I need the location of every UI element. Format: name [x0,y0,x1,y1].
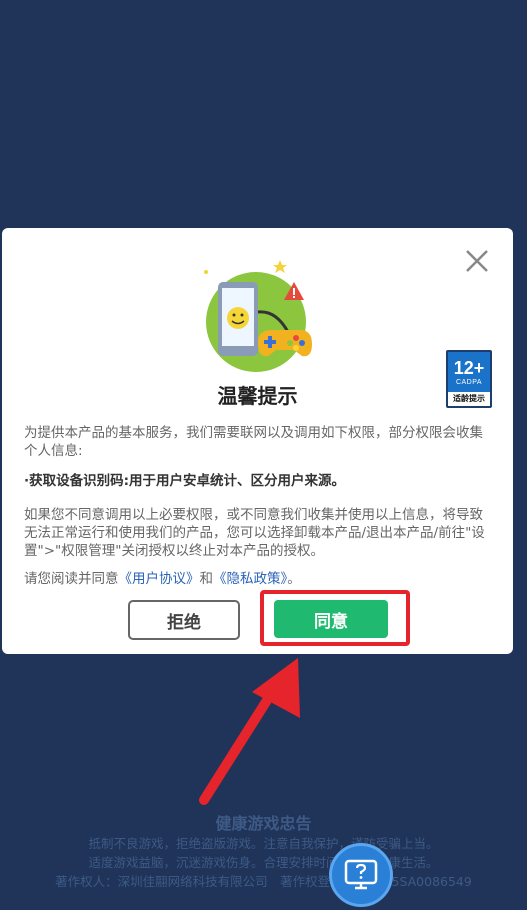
age-rating-number: 12+ [453,357,485,378]
agreement-line: 请您阅读并同意《用户协议》和《隐私政策》。 [24,570,494,588]
health-advice-footer: 健康游戏忠告 抵制不良游戏，拒绝盗版游戏。注意自我保护，谨防受骗上当。 适度游戏… [0,814,527,891]
footer-title: 健康游戏忠告 [215,814,312,833]
permission-intro-text: 为提供本产品的基本服务，我们需要联网以及调用如下权限，部分权限会收集个人信息: [24,425,483,459]
dialog-title: 温馨提示 [217,384,298,408]
accept-button[interactable]: 同意 [274,600,388,638]
device-id-permission-text: ·获取设备识别码:用于用户安卓统计、区分用户来源。 [24,473,346,489]
consequence-text: 如果您不同意调用以上必要权限，或不同意我们收集并使用以上信息，将导致无法正常运行… [24,507,485,559]
privacy-policy-link[interactable]: 《隐私政策》 [213,571,287,587]
agreement-prefix: 请您阅读并同意 [24,571,119,587]
footer-line-1: 抵制不良游戏，拒绝盗版游戏。注意自我保护，谨防受骗上当。 [88,836,439,851]
footer-copyright: 著作权人：深圳佳翮网络科技有限公司 著作权登记号：2025SA0086549 [55,874,472,889]
phone-gamepad-illustration [198,252,322,376]
close-icon[interactable] [460,244,494,278]
help-question-icon[interactable] [329,843,393,907]
footer-line-2: 适度游戏益脑，沉迷游戏伤身。合理安排时间，享受健康生活。 [88,855,439,870]
agreement-suffix: 。 [287,571,301,587]
user-agreement-link[interactable]: 《用户协议》 [119,571,200,587]
red-arrow-annotation [190,656,310,806]
permission-dialog: 12+ CADPA 适龄提示 温馨提示 为提供本产品的基本服务，我们需要联网以及… [2,228,513,654]
reject-button[interactable]: 拒绝 [128,600,240,640]
agreement-and: 和 [199,571,214,587]
